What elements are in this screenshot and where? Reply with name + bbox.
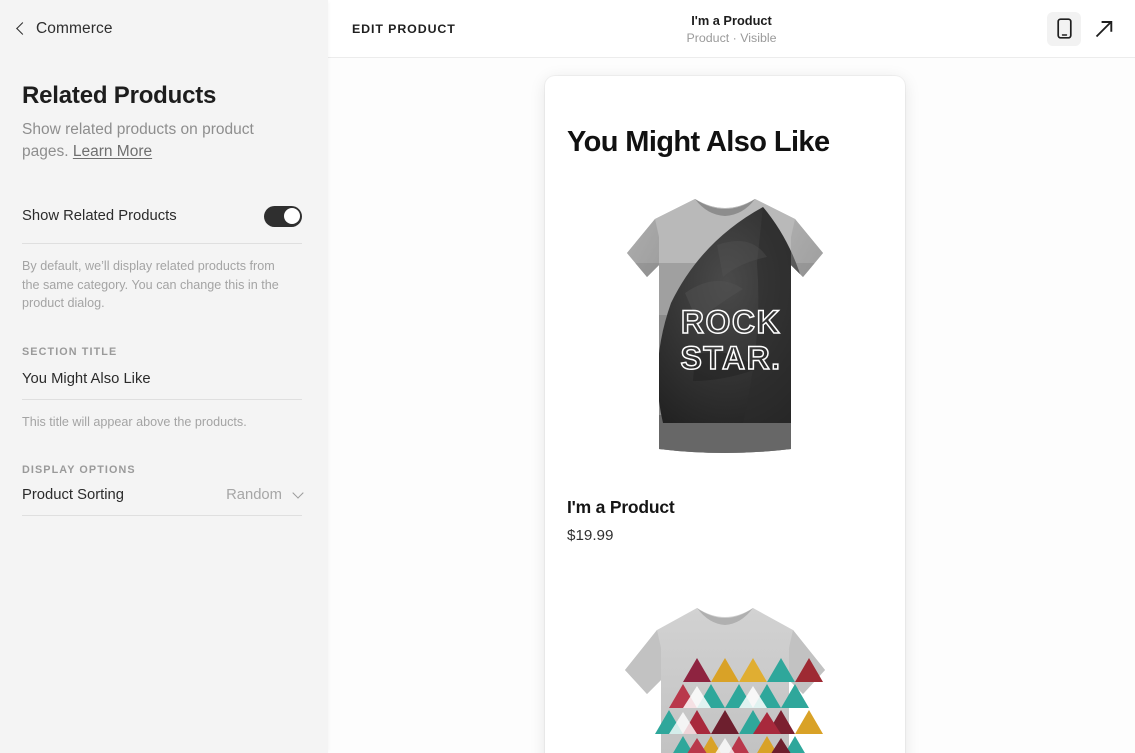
chevron-down-icon bbox=[292, 487, 304, 499]
product-price: $19.99 bbox=[567, 527, 614, 544]
settings-sidebar: Commerce Related Products Show related p… bbox=[0, 0, 328, 753]
topbar-actions bbox=[1047, 11, 1121, 46]
triangle-pattern-tshirt-image[interactable] bbox=[567, 596, 883, 753]
show-related-products-row: Show Related Products bbox=[22, 201, 302, 231]
open-preview-button[interactable] bbox=[1087, 12, 1121, 46]
section-title-help-text: This title will appear above the product… bbox=[22, 414, 247, 429]
product-sorting-value: Random bbox=[226, 487, 282, 503]
edit-product-button[interactable]: EDIT PRODUCT bbox=[352, 22, 456, 36]
back-to-commerce-link[interactable]: Commerce bbox=[0, 0, 328, 38]
preview-topbar: EDIT PRODUCT I'm a Product Product · Vis… bbox=[328, 0, 1135, 58]
preview-pane: EDIT PRODUCT I'm a Product Product · Vis… bbox=[328, 0, 1135, 753]
print-line-2: STAR. bbox=[680, 340, 781, 376]
rock-star-tshirt-graphic: ROCK STAR. bbox=[627, 199, 823, 453]
page-title: I'm a Product bbox=[691, 12, 772, 28]
topbar-title-block: I'm a Product Product · Visible bbox=[687, 13, 777, 45]
show-related-products-toggle[interactable] bbox=[264, 205, 302, 227]
section-title-group: SECTION TITLE You Might Also Like This t… bbox=[22, 346, 302, 432]
page-status: Product · Visible bbox=[686, 30, 777, 45]
mobile-view-button[interactable] bbox=[1047, 11, 1081, 46]
product-sorting-value-wrap: Random bbox=[226, 487, 304, 503]
panel-title: Related Products bbox=[22, 82, 217, 109]
section-title-input[interactable]: You Might Also Like bbox=[22, 371, 302, 387]
display-options-label: DISPLAY OPTIONS bbox=[22, 464, 136, 476]
learn-more-link[interactable]: Learn More bbox=[73, 143, 152, 160]
external-link-arrow-icon bbox=[1095, 20, 1113, 37]
panel-subtitle: Show related products on product pages. … bbox=[22, 119, 294, 163]
print-line-1: ROCK bbox=[681, 304, 781, 340]
show-related-products-label: Show Related Products bbox=[22, 208, 177, 224]
chevron-left-icon bbox=[16, 22, 29, 35]
product-sorting-select[interactable]: Product Sorting Random bbox=[22, 487, 304, 503]
mobile-preview-content: You Might Also Like ROCK STAR. I'm a Pro… bbox=[545, 126, 905, 753]
divider-after-sorting bbox=[22, 515, 302, 516]
back-link-label: Commerce bbox=[36, 20, 113, 37]
divider-after-toggle bbox=[22, 243, 302, 244]
product-title[interactable]: I'm a Product bbox=[567, 497, 883, 518]
app-root: Commerce Related Products Show related p… bbox=[0, 0, 1135, 753]
display-options-group: DISPLAY OPTIONS Product Sorting Random bbox=[22, 464, 304, 516]
mobile-preview-frame: You Might Also Like ROCK STAR. I'm a Pro… bbox=[545, 76, 905, 753]
product-sorting-label: Product Sorting bbox=[22, 487, 124, 503]
triangle-pattern-tshirt-graphic bbox=[625, 608, 825, 753]
divider-after-section-title bbox=[22, 398, 302, 400]
preview-section-heading: You Might Also Like bbox=[567, 126, 830, 158]
mobile-device-icon bbox=[1056, 18, 1072, 39]
toggle-knob bbox=[283, 208, 300, 224]
related-products-help-text: By default, we’ll display related produc… bbox=[22, 259, 279, 310]
sidebar-body: Related Products Show related products o… bbox=[0, 82, 328, 516]
preview-viewport: You Might Also Like ROCK STAR. I'm a Pro… bbox=[328, 58, 1135, 753]
rock-star-tshirt-image[interactable]: ROCK STAR. bbox=[567, 185, 883, 471]
section-title-field-label: SECTION TITLE bbox=[22, 345, 118, 358]
